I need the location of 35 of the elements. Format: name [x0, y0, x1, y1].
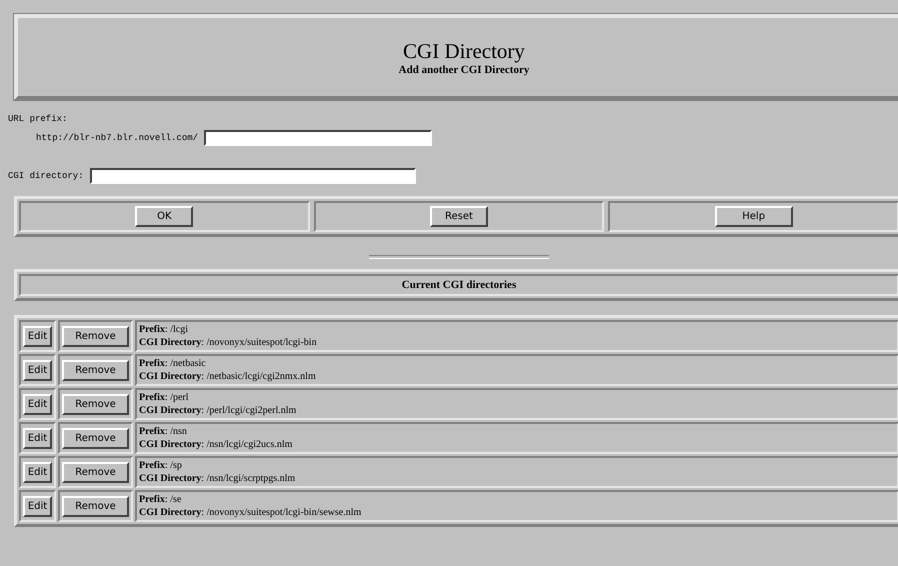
cgi-directory-field[interactable]	[90, 168, 416, 184]
directory-text: CGI Directory: /netbasic/lcgi/cgi2nmx.nlm	[139, 370, 316, 383]
page-subtitle: Add another CGI Directory	[398, 64, 530, 76]
edit-button[interactable]: Edit	[23, 326, 52, 346]
section-heading: Current CGI directories	[19, 274, 898, 296]
prefix-text: Prefix: /perl	[139, 391, 189, 404]
url-prefix-field[interactable]	[204, 130, 432, 146]
directory-text: CGI Directory: /novonyx/suitespot/lcgi-bin/sewse.nlm	[139, 506, 362, 519]
remove-button[interactable]: Remove	[62, 326, 129, 346]
page-title: CGI Directory	[403, 38, 525, 64]
edit-button[interactable]: Edit	[23, 360, 52, 380]
url-prefix-label: URL prefix:	[8, 114, 68, 124]
directory-text: CGI Directory: /nsn/lcgi/cgi2ucs.nlm	[139, 438, 292, 451]
form-button[interactable]: Help	[714, 206, 793, 227]
edit-button[interactable]: Edit	[23, 394, 52, 414]
form-button[interactable]: OK	[135, 206, 194, 227]
remove-button[interactable]: Remove	[62, 496, 129, 516]
prefix-text: Prefix: /nsn	[139, 425, 187, 438]
prefix-text: Prefix: /se	[139, 493, 182, 506]
directory-text: CGI Directory: /perl/lcgi/cgi2perl.nlm	[139, 404, 296, 417]
directory-text: CGI Directory: /novonyx/suitespot/lcgi-bin	[139, 336, 317, 349]
edit-button[interactable]: Edit	[23, 462, 52, 482]
remove-button[interactable]: Remove	[62, 462, 129, 482]
remove-button[interactable]: Remove	[62, 428, 129, 448]
remove-button[interactable]: Remove	[62, 394, 129, 414]
prefix-text: Prefix: /sp	[139, 459, 182, 472]
prefix-text: Prefix: /lcgi	[139, 323, 188, 336]
prefix-text: Prefix: /netbasic	[139, 357, 206, 370]
form-button[interactable]: Reset	[430, 206, 488, 227]
edit-button[interactable]: Edit	[23, 496, 52, 516]
cgi-directory-label: CGI directory:	[8, 171, 84, 181]
directory-text: CGI Directory: /nsn/lcgi/scrptpgs.nlm	[139, 472, 296, 485]
url-base: http://blr-nb7.blr.novell.com/	[36, 133, 198, 143]
edit-button[interactable]: Edit	[23, 428, 52, 448]
remove-button[interactable]: Remove	[62, 360, 129, 380]
